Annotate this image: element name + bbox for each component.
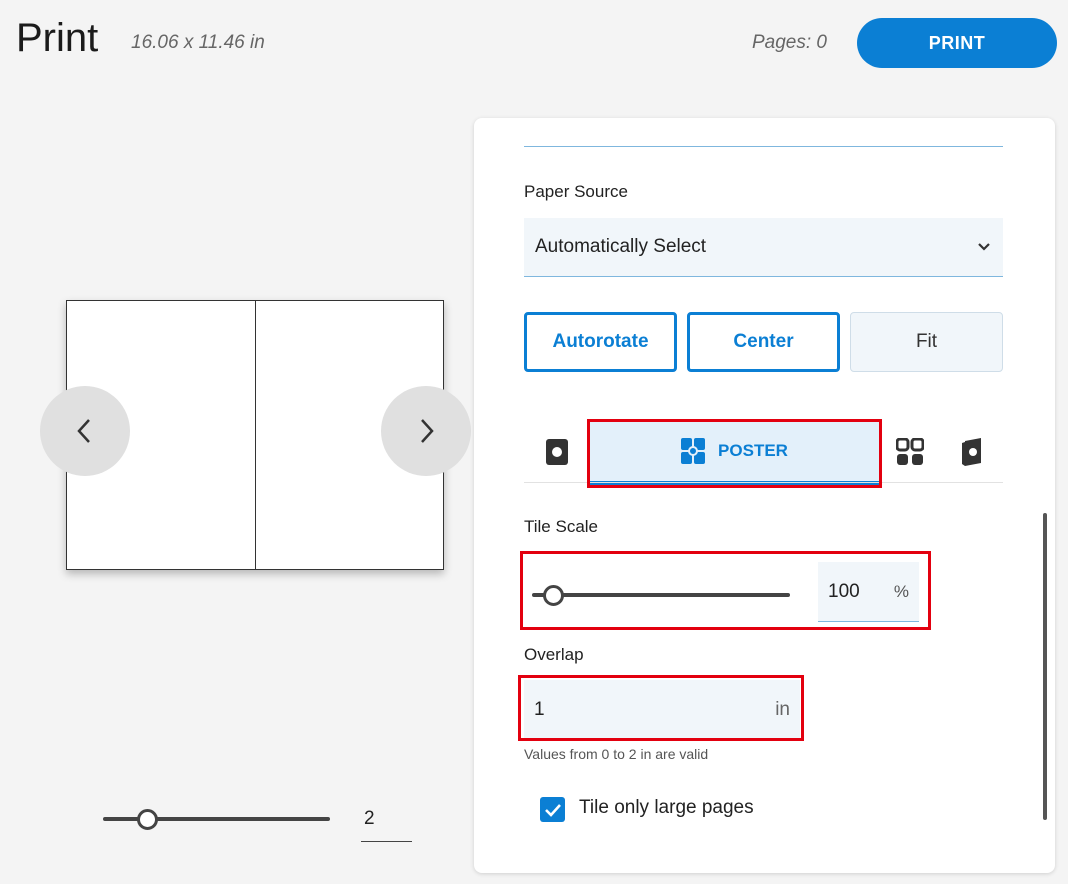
tab-single-page[interactable] <box>542 436 572 468</box>
single-page-icon <box>546 439 568 465</box>
tab-booklet[interactable] <box>958 436 988 468</box>
paper-dimensions: 16.06 x 11.46 in <box>131 32 265 53</box>
tile-scale-label: Tile Scale <box>524 517 599 536</box>
overlap-label: Overlap <box>524 645 584 664</box>
settings-panel: Paper Source Automatically Select Autoro… <box>474 118 1055 873</box>
tile-only-large-label: Tile only large pages <box>579 797 754 818</box>
highlight-tile-scale <box>520 551 931 630</box>
tab-grid[interactable] <box>894 436 926 468</box>
highlight-overlap <box>518 675 804 741</box>
print-button[interactable]: PRINT <box>857 18 1057 68</box>
paper-source-select[interactable]: Automatically Select <box>524 218 1003 277</box>
chevron-right-icon <box>421 419 434 443</box>
zoom-slider-thumb[interactable] <box>137 809 158 830</box>
chevron-down-icon <box>978 243 990 251</box>
center-button[interactable]: Center <box>687 312 840 372</box>
fit-button[interactable]: Fit <box>850 312 1003 372</box>
previous-page-button[interactable] <box>40 386 130 476</box>
checkmark-icon <box>544 803 561 817</box>
chevron-left-icon <box>77 419 90 443</box>
page-count: Pages: 0 <box>752 32 827 53</box>
tile-divider <box>255 301 256 569</box>
paper-source-label: Paper Source <box>524 182 628 201</box>
zoom-value-input[interactable]: 2 <box>361 806 412 842</box>
grid-icon <box>896 438 924 465</box>
panel-scrollbar[interactable] <box>1043 513 1047 820</box>
page-title: Print <box>16 16 99 60</box>
autorotate-button[interactable]: Autorotate <box>524 312 677 372</box>
highlight-poster-tab <box>587 419 882 488</box>
next-page-button[interactable] <box>381 386 471 476</box>
booklet-icon <box>962 438 981 466</box>
field-underline <box>524 146 1003 147</box>
overlap-hint: Values from 0 to 2 in are valid <box>524 746 709 762</box>
paper-source-value: Automatically Select <box>535 236 707 257</box>
tile-only-large-checkbox[interactable] <box>540 797 565 822</box>
